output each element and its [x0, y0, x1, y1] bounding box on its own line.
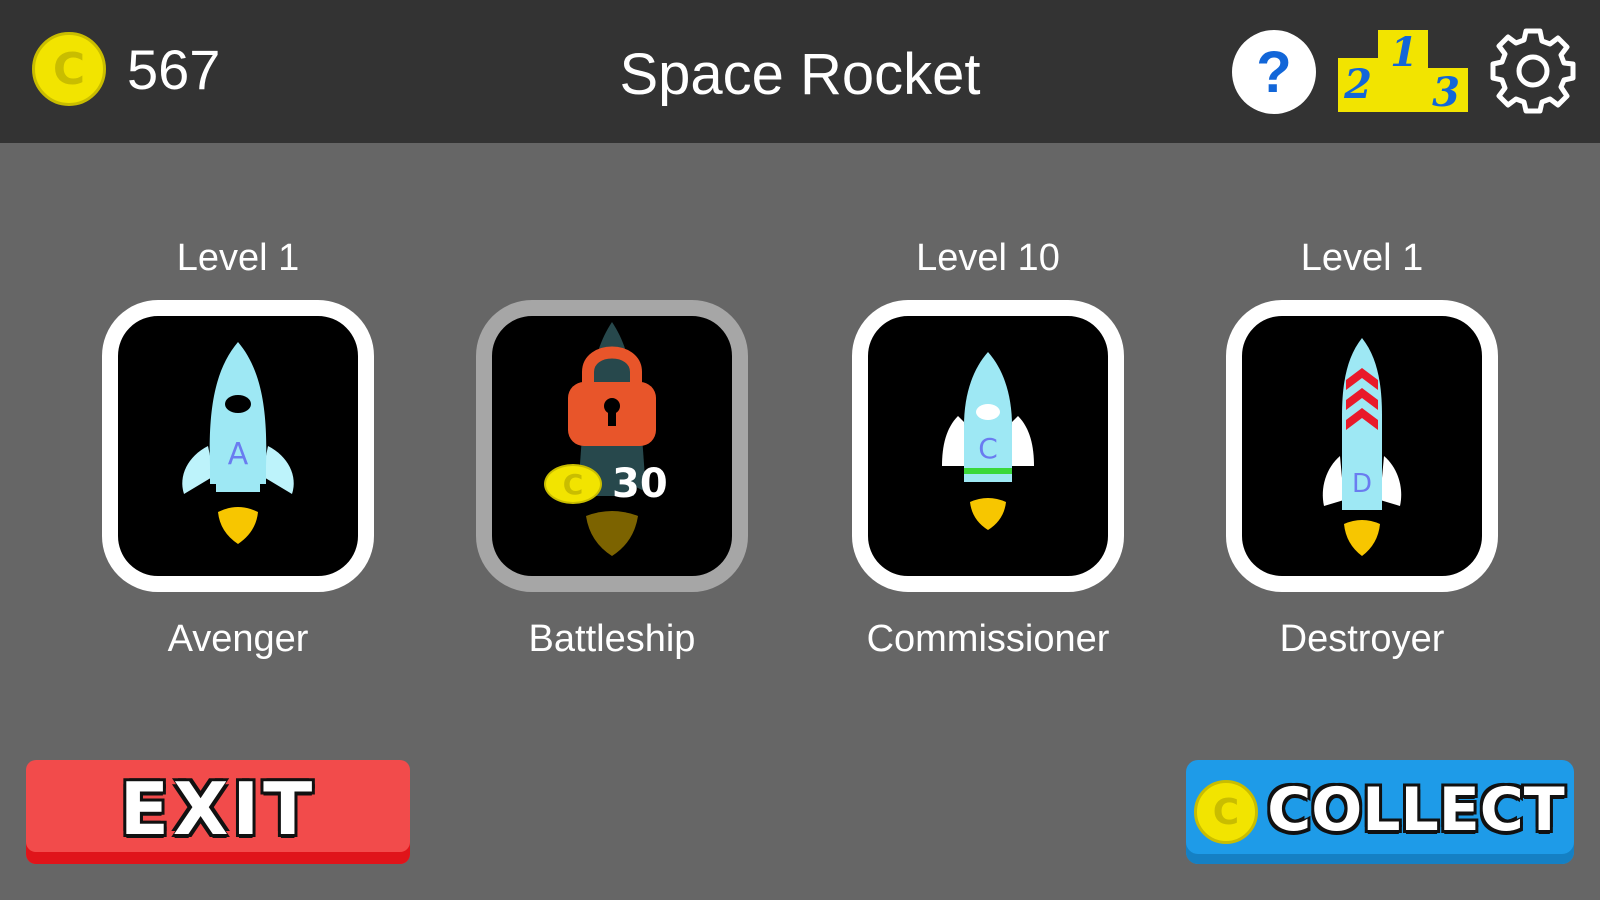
collect-coin-icon: C	[1194, 780, 1258, 844]
rocket-card-battleship[interactable]: C 30	[476, 300, 748, 592]
rank-3-label: 3	[1432, 69, 1460, 112]
rank-1-label: 1	[1390, 29, 1418, 76]
rocket-card-commissioner[interactable]: C	[852, 300, 1124, 592]
rocket-card-destroyer[interactable]: D	[1226, 300, 1498, 592]
destroyer-level: Level 1	[1300, 237, 1424, 279]
coin-icon-letter: C	[52, 43, 86, 95]
destroyer-name: Destroyer	[1279, 618, 1445, 660]
commissioner-rocket-icon: C	[942, 352, 1034, 530]
coin-icon: C	[32, 32, 106, 106]
collect-button-label: COLLECT	[1267, 775, 1565, 845]
lock-icon	[568, 346, 656, 446]
commissioner-emblem: C	[978, 432, 998, 465]
help-button[interactable]: ?	[1232, 30, 1316, 114]
help-icon: ?	[1256, 39, 1292, 105]
rocket-card-avenger[interactable]: A	[102, 300, 374, 592]
leaderboard-button[interactable]: 2 1 3	[1338, 28, 1468, 116]
avenger-level: Level 1	[176, 237, 300, 279]
avenger-rocket-icon: A	[182, 342, 294, 544]
commissioner-name: Commissioner	[866, 618, 1110, 660]
leaderboard-podium-icon: 2 1 3	[1338, 29, 1468, 116]
rank-2-label: 2	[1343, 61, 1372, 108]
battleship-price: C 30	[544, 461, 668, 507]
avenger-name: Avenger	[167, 618, 309, 660]
destroyer-rocket-icon: D	[1322, 338, 1402, 556]
price-coin-letter: C	[562, 467, 584, 501]
collect-coin-letter: C	[1212, 791, 1240, 833]
battleship-name: Battleship	[528, 618, 696, 660]
game-title: Space Rocket	[619, 42, 981, 107]
collect-button[interactable]: C COLLECT	[1186, 760, 1574, 864]
price-coin-icon: C	[544, 464, 602, 504]
settings-button[interactable]	[1488, 26, 1578, 116]
exit-button-label: EXIT	[119, 767, 317, 851]
battleship-price-value: 30	[612, 461, 668, 507]
coin-count: 567	[127, 38, 221, 101]
destroyer-emblem: D	[1352, 469, 1372, 499]
gear-icon	[1490, 28, 1576, 114]
exit-button[interactable]: EXIT	[26, 760, 410, 864]
avenger-emblem: A	[228, 437, 249, 472]
commissioner-level: Level 10	[916, 237, 1060, 279]
